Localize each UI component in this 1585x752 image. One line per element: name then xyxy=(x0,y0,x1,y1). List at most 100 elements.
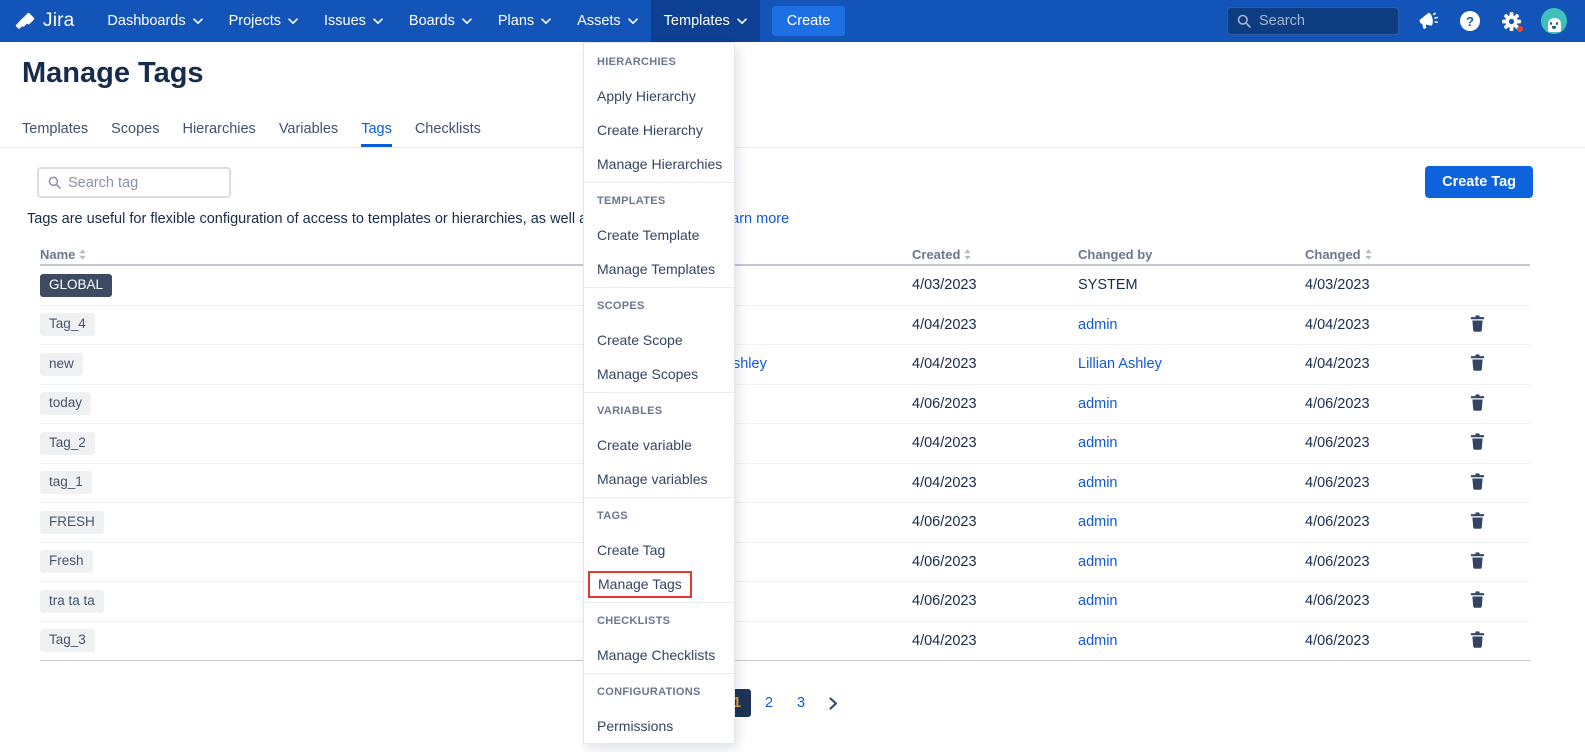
tag-badge: tra ta ta xyxy=(40,590,104,613)
menu-item-manage-variables[interactable]: Manage variables xyxy=(584,462,734,496)
menu-item-manage-templates[interactable]: Manage Templates xyxy=(584,252,734,286)
tag-badge: Tag_2 xyxy=(40,432,95,455)
actions-cell xyxy=(1468,510,1530,534)
search-icon xyxy=(48,176,61,189)
navbar-item-label: Templates xyxy=(664,13,730,29)
menu-item-manage-tags[interactable]: Manage Tags xyxy=(584,567,734,601)
navbar-search-input[interactable] xyxy=(1259,13,1389,29)
menu-separator xyxy=(584,392,734,393)
changed-by-cell: admin xyxy=(1078,474,1305,492)
menu-item-create-variable[interactable]: Create variable xyxy=(584,428,734,462)
table-row: GLOBAL4/03/2023SYSTEM4/03/2023 xyxy=(40,266,1530,306)
changed-by-link[interactable]: admin xyxy=(1078,396,1118,412)
delete-tag-button[interactable] xyxy=(1468,510,1487,531)
announcements-icon[interactable] xyxy=(1418,10,1440,32)
menu-item-create-template[interactable]: Create Template xyxy=(584,218,734,252)
page-button-3[interactable]: 3 xyxy=(787,689,815,717)
help-icon[interactable]: ? xyxy=(1459,10,1481,32)
column-header-changed[interactable]: Changed xyxy=(1305,247,1468,262)
user-avatar[interactable] xyxy=(1541,8,1567,34)
changed-by-cell: admin xyxy=(1078,316,1305,334)
table-row: Tag_44/04/2023admin4/04/2023 xyxy=(40,306,1530,346)
changed-by-cell: admin xyxy=(1078,434,1305,452)
tag-search-field[interactable] xyxy=(37,167,231,198)
chevron-down-icon xyxy=(193,18,203,25)
created-date: 4/04/2023 xyxy=(912,317,1078,333)
menu-separator xyxy=(584,497,734,498)
changed-by-link[interactable]: admin xyxy=(1078,593,1118,609)
navbar-item-assets[interactable]: Assets xyxy=(564,0,651,42)
navbar-item-label: Projects xyxy=(229,13,281,29)
navbar-search[interactable] xyxy=(1227,7,1399,35)
menu-item-manage-hierarchies[interactable]: Manage Hierarchies xyxy=(584,147,734,181)
delete-tag-button[interactable] xyxy=(1468,431,1487,452)
navbar-item-boards[interactable]: Boards xyxy=(396,0,485,42)
changed-date: 4/06/2023 xyxy=(1305,396,1468,412)
delete-tag-button[interactable] xyxy=(1468,313,1487,334)
created-date: 4/04/2023 xyxy=(912,356,1078,372)
menu-section-checklists: CHECKLISTS xyxy=(584,604,734,638)
column-header-name[interactable]: Name xyxy=(40,247,912,262)
menu-item-create-scope[interactable]: Create Scope xyxy=(584,323,734,357)
column-header-created[interactable]: Created xyxy=(912,247,1078,262)
changed-date: 4/06/2023 xyxy=(1305,475,1468,491)
tab-scopes[interactable]: Scopes xyxy=(111,121,159,147)
changed-by-link[interactable]: admin xyxy=(1078,554,1118,570)
menu-item-manage-scopes[interactable]: Manage Scopes xyxy=(584,357,734,391)
tab-templates[interactable]: Templates xyxy=(22,121,88,147)
sort-icon xyxy=(964,249,971,260)
tabbar-divider xyxy=(0,147,1585,148)
changed-date: 4/06/2023 xyxy=(1305,435,1468,451)
menu-item-create-hierarchy[interactable]: Create Hierarchy xyxy=(584,113,734,147)
changed-by-link[interactable]: admin xyxy=(1078,317,1118,333)
changed-by-link[interactable]: admin xyxy=(1078,475,1118,491)
menu-item-manage-checklists[interactable]: Manage Checklists xyxy=(584,638,734,672)
menu-item-apply-hierarchy[interactable]: Apply Hierarchy xyxy=(584,79,734,113)
tag-badge: GLOBAL xyxy=(40,274,112,297)
changed-by-link[interactable]: admin xyxy=(1078,514,1118,530)
column-header-label: Changed by xyxy=(1078,247,1152,262)
ghost-avatar-icon xyxy=(1548,18,1561,32)
navbar-item-projects[interactable]: Projects xyxy=(216,0,311,42)
menu-section-scopes: SCOPES xyxy=(584,289,734,323)
settings-gear-icon[interactable] xyxy=(1500,10,1522,32)
navbar-item-dashboards[interactable]: Dashboards xyxy=(94,0,215,42)
next-page-button[interactable] xyxy=(819,689,847,717)
delete-tag-button[interactable] xyxy=(1468,550,1487,571)
search-icon xyxy=(1237,14,1251,28)
table-row: FRESH4/06/2023admin4/06/2023 xyxy=(40,503,1530,543)
trash-icon xyxy=(1470,394,1485,411)
changed-by-link[interactable]: admin xyxy=(1078,633,1118,649)
table-body: GLOBAL4/03/2023SYSTEM4/03/2023Tag_44/04/… xyxy=(40,266,1530,661)
changed-date: 4/06/2023 xyxy=(1305,593,1468,609)
actions-cell xyxy=(1468,629,1530,653)
delete-tag-button[interactable] xyxy=(1468,471,1487,492)
table-row: Tag_24/04/2023admin4/06/2023 xyxy=(40,424,1530,464)
trash-icon xyxy=(1470,315,1485,332)
navbar-item-templates[interactable]: Templates xyxy=(651,0,760,42)
name-cell: FRESH xyxy=(40,511,912,534)
create-tag-button[interactable]: Create Tag xyxy=(1425,166,1533,198)
tab-hierarchies[interactable]: Hierarchies xyxy=(182,121,255,147)
delete-tag-button[interactable] xyxy=(1468,629,1487,650)
menu-item-permissions[interactable]: Permissions xyxy=(584,709,734,743)
delete-tag-button[interactable] xyxy=(1468,392,1487,413)
delete-tag-button[interactable] xyxy=(1468,589,1487,610)
navbar-item-issues[interactable]: Issues xyxy=(311,0,396,42)
delete-tag-button[interactable] xyxy=(1468,352,1487,373)
navbar-create-button[interactable]: Create xyxy=(772,6,846,36)
table-row: Tag_34/04/2023admin4/06/2023 xyxy=(40,622,1530,662)
jira-logo[interactable]: Jira xyxy=(0,10,94,32)
tag-search-input[interactable] xyxy=(68,175,220,191)
menu-separator xyxy=(584,673,734,674)
menu-item-create-tag[interactable]: Create Tag xyxy=(584,533,734,567)
tab-variables[interactable]: Variables xyxy=(279,121,338,147)
tab-tags[interactable]: Tags xyxy=(361,121,392,147)
changed-by-link[interactable]: Lillian Ashley xyxy=(1078,356,1162,372)
page-button-2[interactable]: 2 xyxy=(755,689,783,717)
name-cell: tra ta ta xyxy=(40,590,912,613)
actions-cell xyxy=(1468,471,1530,495)
tab-checklists[interactable]: Checklists xyxy=(415,121,481,147)
changed-by-link[interactable]: admin xyxy=(1078,435,1118,451)
navbar-item-plans[interactable]: Plans xyxy=(485,0,564,42)
